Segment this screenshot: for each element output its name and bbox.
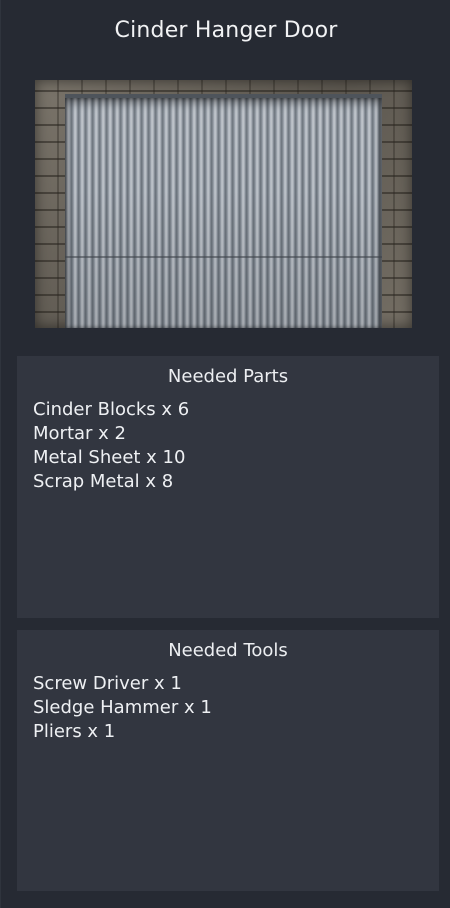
tool-item: Screw Driver x 1 xyxy=(33,673,182,694)
part-item: Cinder Blocks x 6 xyxy=(33,399,190,420)
part-item: Metal Sheet x 10 xyxy=(33,447,186,468)
tool-item: Sledge Hammer x 1 xyxy=(33,697,212,718)
build-menu-window: Cinder Hanger Door Needed Parts Cinder B… xyxy=(0,0,450,908)
needed-parts-heading: Needed Parts xyxy=(167,366,289,387)
needed-parts-panel: Needed Parts Cinder Blocks x 6 Mortar x … xyxy=(17,356,439,618)
cinder-hanger-door-preview-image xyxy=(35,80,412,328)
needed-tools-heading: Needed Tools xyxy=(168,640,288,661)
hangar-door-graphic xyxy=(65,94,382,328)
needed-tools-list: Screw Driver x 1 Sledge Hammer x 1 Plier… xyxy=(17,672,439,744)
door-seam xyxy=(65,256,382,258)
tool-item: Pliers x 1 xyxy=(33,721,116,742)
needed-tools-panel: Needed Tools Screw Driver x 1 Sledge Ham… xyxy=(17,630,439,891)
needed-parts-list: Cinder Blocks x 6 Mortar x 2 Metal Sheet… xyxy=(17,398,439,494)
part-item: Scrap Metal x 8 xyxy=(33,471,174,492)
item-title: Cinder Hanger Door xyxy=(114,18,338,43)
part-item: Mortar x 2 xyxy=(33,423,126,444)
